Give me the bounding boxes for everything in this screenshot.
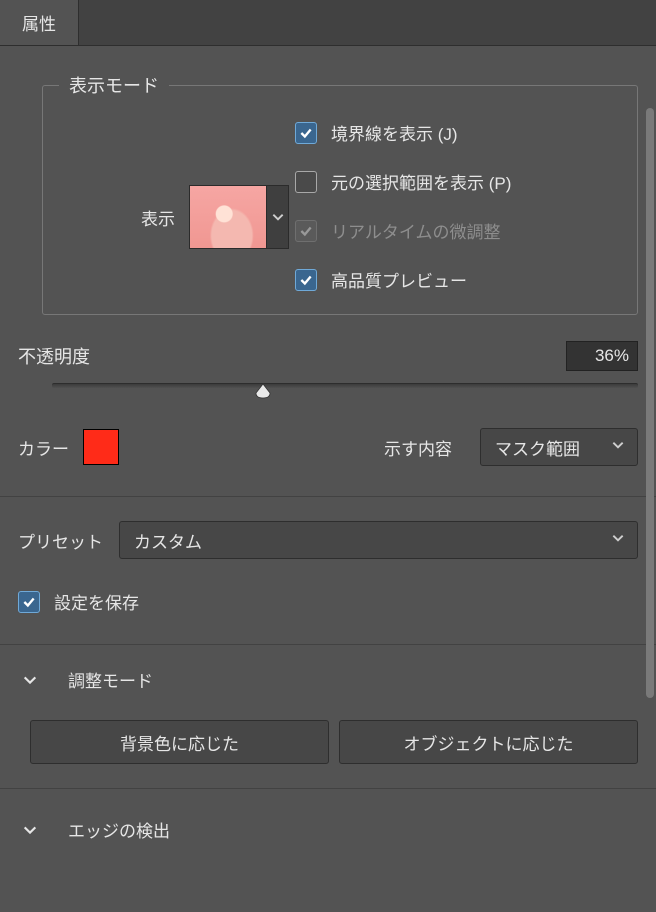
show-content-dropdown[interactable]: マスク範囲 (480, 428, 638, 466)
tab-properties[interactable]: 属性 (0, 0, 79, 45)
button-label: オブジェクトに応じた (404, 730, 574, 755)
checkbox-show-original[interactable]: 元の選択範囲を表示 (P) (295, 169, 511, 194)
section-adjust-mode[interactable]: 調整モード (0, 667, 656, 692)
divider (0, 496, 656, 497)
tab-bar: 属性 (0, 0, 656, 46)
check-icon (295, 122, 317, 144)
adjust-bg-button[interactable]: 背景色に応じた (30, 720, 329, 764)
preset-label: プリセット (18, 528, 103, 553)
panel-content: 表示モード 表示 境界線を表示 (0, 46, 656, 912)
scrollbar-thumb[interactable] (646, 108, 654, 698)
chevron-down-icon (18, 822, 42, 838)
checkbox-label: リアルタイムの微調整 (331, 218, 501, 243)
checkbox-save-settings[interactable]: 設定を保存 (18, 589, 638, 614)
view-mode-dropdown[interactable] (189, 185, 289, 249)
check-icon (295, 269, 317, 291)
checkbox-realtime: リアルタイムの微調整 (295, 218, 511, 243)
button-label: 背景色に応じた (120, 730, 239, 755)
checkbox-hq-preview[interactable]: 高品質プレビュー (295, 267, 511, 292)
section-title: エッジの検出 (68, 817, 170, 842)
opacity-label: 不透明度 (18, 343, 90, 369)
color-label: カラー (18, 435, 69, 460)
checkbox-label: 元の選択範囲を表示 (P) (331, 169, 511, 194)
section-edge-detect[interactable]: エッジの検出 (0, 817, 656, 842)
chevron-down-icon[interactable] (266, 186, 288, 248)
dropdown-value: マスク範囲 (495, 435, 601, 460)
preset-dropdown[interactable]: カスタム (119, 521, 638, 559)
color-swatch[interactable] (83, 429, 119, 465)
checkbox-label: 設定を保存 (54, 589, 139, 614)
check-icon (295, 220, 317, 242)
check-icon (295, 171, 317, 193)
display-label: 表示 (59, 205, 175, 230)
show-content-label: 示す内容 (384, 435, 452, 460)
checkbox-label: 境界線を表示 (J) (331, 120, 458, 145)
divider (0, 644, 656, 645)
opacity-slider[interactable] (52, 383, 638, 388)
display-mode-legend: 表示モード (59, 72, 169, 98)
section-title: 調整モード (68, 667, 153, 692)
divider (0, 788, 656, 789)
chevron-down-icon (611, 530, 625, 550)
check-icon (18, 591, 40, 613)
display-mode-group: 表示モード 表示 境界線を表示 (42, 72, 638, 315)
checkbox-label: 高品質プレビュー (331, 267, 467, 292)
view-thumbnail (190, 186, 266, 248)
scrollbar[interactable] (644, 108, 654, 728)
checkbox-show-edge[interactable]: 境界線を表示 (J) (295, 120, 511, 145)
chevron-down-icon (18, 672, 42, 688)
opacity-input[interactable]: 36% (566, 341, 638, 371)
chevron-down-icon (611, 437, 625, 457)
dropdown-value: カスタム (134, 528, 601, 553)
adjust-object-button[interactable]: オブジェクトに応じた (339, 720, 638, 764)
slider-thumb-icon[interactable] (253, 382, 273, 400)
